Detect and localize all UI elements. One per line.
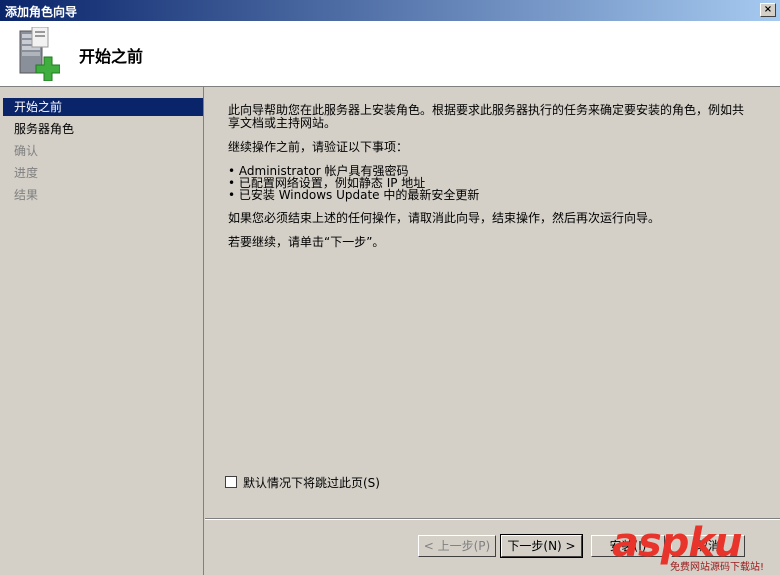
server-add-icon bbox=[19, 27, 60, 81]
nav-item-server-roles[interactable]: 服务器角色 bbox=[3, 120, 203, 138]
back-button[interactable]: < 上一步(P) bbox=[418, 535, 496, 557]
nav-item-results: 结果 bbox=[14, 188, 39, 202]
page-title: 开始之前 bbox=[79, 47, 144, 66]
verify-heading: 继续操作之前，请验证以下事项： bbox=[228, 140, 409, 154]
skip-page-label[interactable]: 默认情况下将跳过此页(S) bbox=[243, 474, 380, 491]
close-button[interactable]: × bbox=[760, 3, 776, 17]
nav-item-progress: 进度 bbox=[14, 166, 39, 180]
nav-item-confirmation: 确认 bbox=[14, 144, 39, 158]
title-bar[interactable]: 添加角色向导 × bbox=[0, 0, 780, 21]
intro-text-line-2: 享文档或主持网站。 bbox=[228, 116, 337, 130]
watermark-subtitle: 免费网站源码下载站! bbox=[670, 562, 765, 573]
wizard-steps-nav: 开始之前 服务器角色 确认 进度 结果 bbox=[0, 87, 204, 575]
nav-item-before-you-begin[interactable]: 开始之前 bbox=[3, 98, 203, 116]
next-button[interactable]: 下一步(N) > bbox=[500, 534, 583, 558]
cancel-note: 如果您必须结束上述的任何操作，请取消此向导，结束操作，然后再次运行向导。 bbox=[228, 211, 661, 225]
watermark: aspku 免费网站源码下载站! bbox=[612, 520, 780, 575]
bullet-windows-update: • 已安装 Windows Update 中的最新安全更新 bbox=[228, 188, 480, 202]
window-title: 添加角色向导 bbox=[5, 5, 78, 19]
skip-page-checkbox[interactable] bbox=[225, 476, 237, 488]
continue-note: 若要继续，请单击“下一步”。 bbox=[228, 235, 385, 249]
wizard-header: 开始之前 bbox=[0, 21, 780, 87]
wizard-content: 此向导帮助您在此服务器上安装角色。根据要求此服务器执行的任务来确定要安装的角色，… bbox=[205, 87, 780, 575]
add-roles-wizard-window: 添加角色向导 × 开始之前 开始之前 服务器角色 确认 进度 结果 此向导帮助您… bbox=[0, 0, 780, 575]
